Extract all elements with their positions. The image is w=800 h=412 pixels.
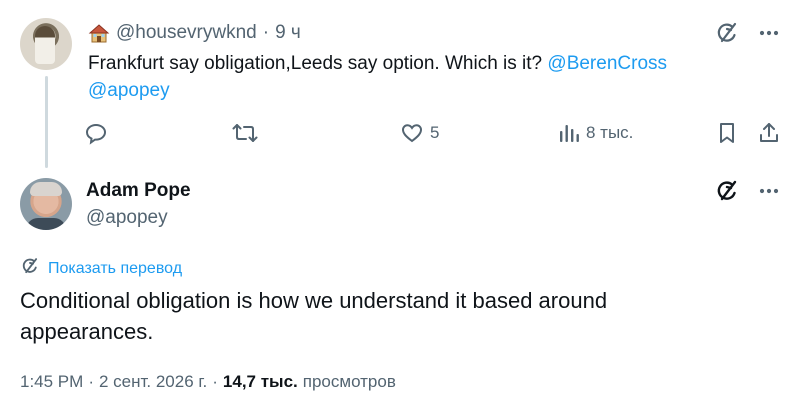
views-count: 8 тыс.	[586, 123, 634, 142]
author-handle[interactable]: @housevrywknd	[116, 22, 257, 44]
reply-button[interactable]	[84, 118, 108, 148]
reply-icon	[84, 121, 108, 145]
bookmark-icon	[716, 121, 738, 145]
like-button[interactable]: 5	[400, 118, 439, 148]
author-handle[interactable]: @apopey	[86, 207, 168, 229]
share-icon	[758, 121, 780, 145]
house-icon	[88, 22, 110, 44]
retweet-icon	[232, 121, 258, 145]
tweet-time[interactable]: 1:45 PM	[20, 372, 83, 392]
tweet-top-actions	[714, 20, 780, 51]
mention-link[interactable]: @apopey	[88, 80, 170, 101]
grok-icon	[20, 256, 40, 281]
bookmark-button[interactable]	[716, 118, 738, 148]
tweet-top-actions	[714, 178, 780, 209]
tweet-meta: 1:45 PM · 2 сент. 2026 г. · 14,7 тыс. пр…	[20, 372, 396, 392]
views-count[interactable]: 14,7 тыс.	[223, 372, 298, 392]
tweet-header: @housevrywknd · 9 ч	[88, 20, 301, 46]
tweet-text: Frankfurt say obligation,Leeds say optio…	[88, 50, 728, 104]
avatar[interactable]	[20, 18, 72, 70]
thread-connector-line	[45, 76, 48, 168]
separator-dot: ·	[88, 372, 94, 391]
views-icon	[558, 121, 580, 145]
translate-button[interactable]: Показать перевод	[20, 256, 182, 281]
separator-dot: ·	[262, 22, 270, 43]
views-label: просмотров	[302, 372, 396, 391]
separator-dot: ·	[212, 372, 218, 391]
tweet-date[interactable]: 2 сент. 2026 г.	[99, 372, 207, 392]
grok-icon[interactable]	[714, 178, 740, 209]
tweet-thread: @housevrywknd · 9 ч Frankfurt say obliga…	[0, 0, 800, 412]
heart-icon	[400, 121, 424, 145]
avatar-figure	[35, 26, 55, 64]
retweet-button[interactable]	[232, 118, 258, 148]
more-icon[interactable]	[758, 180, 780, 207]
share-button[interactable]	[758, 118, 780, 148]
tweet-action-bar: 5 8 тыс.	[84, 118, 784, 148]
parent-tweet[interactable]: @housevrywknd · 9 ч Frankfurt say obliga…	[0, 0, 800, 170]
avatar[interactable]	[20, 178, 72, 230]
translate-label: Показать перевод	[48, 259, 183, 277]
author-name[interactable]: Adam Pope	[86, 180, 191, 202]
tweet-text: Conditional obligation is how we underst…	[20, 288, 608, 344]
grok-icon[interactable]	[714, 20, 740, 51]
tweet-time[interactable]: 9 ч	[275, 22, 301, 44]
like-count: 5	[430, 123, 440, 142]
avatar-shirt	[26, 218, 66, 230]
views-button[interactable]: 8 тыс.	[558, 118, 633, 148]
avatar-hair	[30, 182, 62, 196]
more-icon[interactable]	[758, 22, 780, 49]
tweet-text-body: Frankfurt say obligation,Leeds say optio…	[88, 53, 548, 74]
mention-link[interactable]: @BerenCross	[547, 53, 667, 74]
